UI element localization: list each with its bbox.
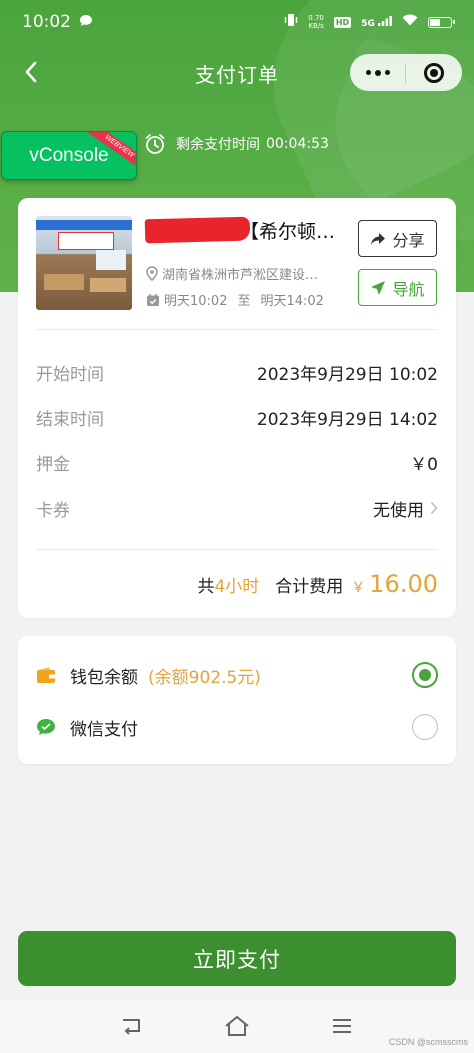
navigation-arrow-icon — [371, 280, 386, 295]
period-start: 明天10:02 — [164, 294, 228, 309]
divider — [36, 329, 438, 330]
field-value: 2023年9月29日 10:02 — [256, 364, 438, 385]
wallet-label: 钱包余额 — [70, 667, 138, 688]
signal-bars-icon — [378, 15, 392, 26]
total-amount: 16.00 — [369, 570, 438, 598]
field-label: 押金 — [36, 454, 70, 475]
close-miniprogram-button[interactable] — [406, 62, 462, 83]
field-value: 无使用 — [373, 500, 424, 521]
vconsole-button[interactable]: vConsole WEBVIEW — [1, 131, 137, 180]
target-close-icon — [424, 62, 444, 83]
total-label: 合计费用 — [275, 577, 344, 597]
share-button[interactable]: 分享 — [358, 220, 437, 257]
coupon-value: 无使用 — [373, 496, 438, 521]
order-total: 共 4小时 合计费用 ￥ 16.00 — [197, 570, 438, 598]
payment-countdown: 剩余支付时间 00:04:53 — [144, 133, 329, 155]
divider — [36, 549, 438, 550]
share-arrow-icon — [371, 232, 386, 245]
more-menu-button[interactable] — [350, 54, 405, 91]
chevron-right-icon — [430, 501, 438, 515]
deposit-row: 押金 ￥0 — [36, 449, 438, 475]
message-notification-icon — [79, 14, 93, 30]
navigate-label: 导航 — [392, 279, 425, 299]
network-speed: 0.70 KB/s — [308, 14, 324, 30]
wifi-icon — [402, 14, 418, 30]
share-label: 分享 — [392, 230, 425, 250]
more-dot-icon — [374, 69, 381, 76]
total-prefix: 共 — [197, 577, 215, 597]
wallet-radio[interactable] — [412, 662, 438, 688]
home-icon — [225, 1015, 249, 1036]
calendar-icon — [147, 293, 159, 306]
hd-badge: HD — [333, 16, 352, 28]
network-speed-unit: KB/s — [308, 22, 324, 30]
field-label: 开始时间 — [36, 364, 104, 385]
room-thumbnail[interactable] — [36, 216, 132, 310]
total-hours: 4小时 — [214, 577, 260, 597]
system-home-button[interactable] — [223, 1013, 251, 1039]
system-back-button[interactable] — [118, 1013, 146, 1039]
location-pin-icon — [146, 266, 158, 281]
network-speed-value: 0.70 — [308, 14, 324, 22]
vibrate-icon — [284, 13, 298, 31]
navigation-bar: 支付订单 — [0, 50, 474, 96]
shop-address: 湖南省株洲市芦淞区建设… — [146, 264, 318, 283]
address-text: 湖南省株洲市芦淞区建设… — [162, 268, 319, 283]
vconsole-label: vConsole — [29, 144, 109, 166]
alarm-clock-icon — [145, 134, 165, 154]
battery-icon — [428, 16, 455, 28]
navigate-button[interactable]: 导航 — [358, 269, 437, 306]
more-dot-icon — [365, 70, 371, 75]
currency-symbol: ￥ — [351, 580, 366, 596]
field-label: 卡券 — [36, 500, 70, 521]
status-time: 10:02 — [22, 12, 71, 32]
end-time-row: 结束时间 2023年9月29日 14:02 — [36, 404, 438, 430]
period-separator: 至 — [237, 294, 251, 309]
pay-now-button[interactable]: 立即支付 — [18, 931, 456, 986]
miniprogram-capsule — [350, 54, 462, 91]
field-value: ￥0 — [410, 454, 438, 475]
status-indicators: 0.70 KB/s HD 5G — [284, 13, 455, 31]
order-card: 【希尔顿… 湖南省株洲市芦淞区建设… 明天10:02 至 明天14:02 分享 … — [18, 198, 456, 618]
status-bar: 10:02 0.70 KB/s HD 5G — [0, 0, 474, 44]
field-label: 结束时间 — [36, 409, 104, 430]
coupon-row[interactable]: 卡券 无使用 — [36, 495, 438, 521]
wechat-pay-radio[interactable] — [412, 714, 438, 740]
start-time-row: 开始时间 2023年9月29日 10:02 — [36, 359, 438, 385]
menu-icon — [333, 1019, 351, 1033]
countdown-value: 00:04:53 — [266, 136, 329, 152]
wechat-pay-option[interactable]: 微信支付 — [36, 712, 438, 742]
more-dot-icon — [384, 70, 390, 75]
network-type: 5G — [361, 18, 375, 29]
period-end: 明天14:02 — [260, 294, 324, 309]
payment-method-card: 钱包余额 (余额902.5元) 微信支付 — [18, 636, 456, 764]
system-menu-button[interactable] — [328, 1013, 356, 1039]
field-value: 2023年9月29日 14:02 — [256, 409, 438, 430]
redacted-mark — [144, 216, 251, 244]
watermark: CSDN @scmsscms — [388, 1037, 468, 1047]
wallet-icon — [36, 665, 56, 685]
wechat-pay-label: 微信支付 — [70, 719, 138, 740]
wallet-option[interactable]: 钱包余额 (余额902.5元) — [36, 660, 438, 690]
return-icon — [123, 1019, 140, 1035]
system-navigation-bar: CSDN @scmsscms — [0, 1000, 474, 1053]
signal-indicator: 5G — [361, 15, 392, 29]
countdown-label: 剩余支付时间 — [176, 137, 260, 153]
wechat-pay-icon — [36, 717, 56, 737]
shop-name: 【希尔顿… — [240, 221, 336, 243]
booking-period: 明天10:02 至 明天14:02 — [146, 290, 324, 309]
wallet-balance: (余额902.5元) — [148, 667, 261, 688]
